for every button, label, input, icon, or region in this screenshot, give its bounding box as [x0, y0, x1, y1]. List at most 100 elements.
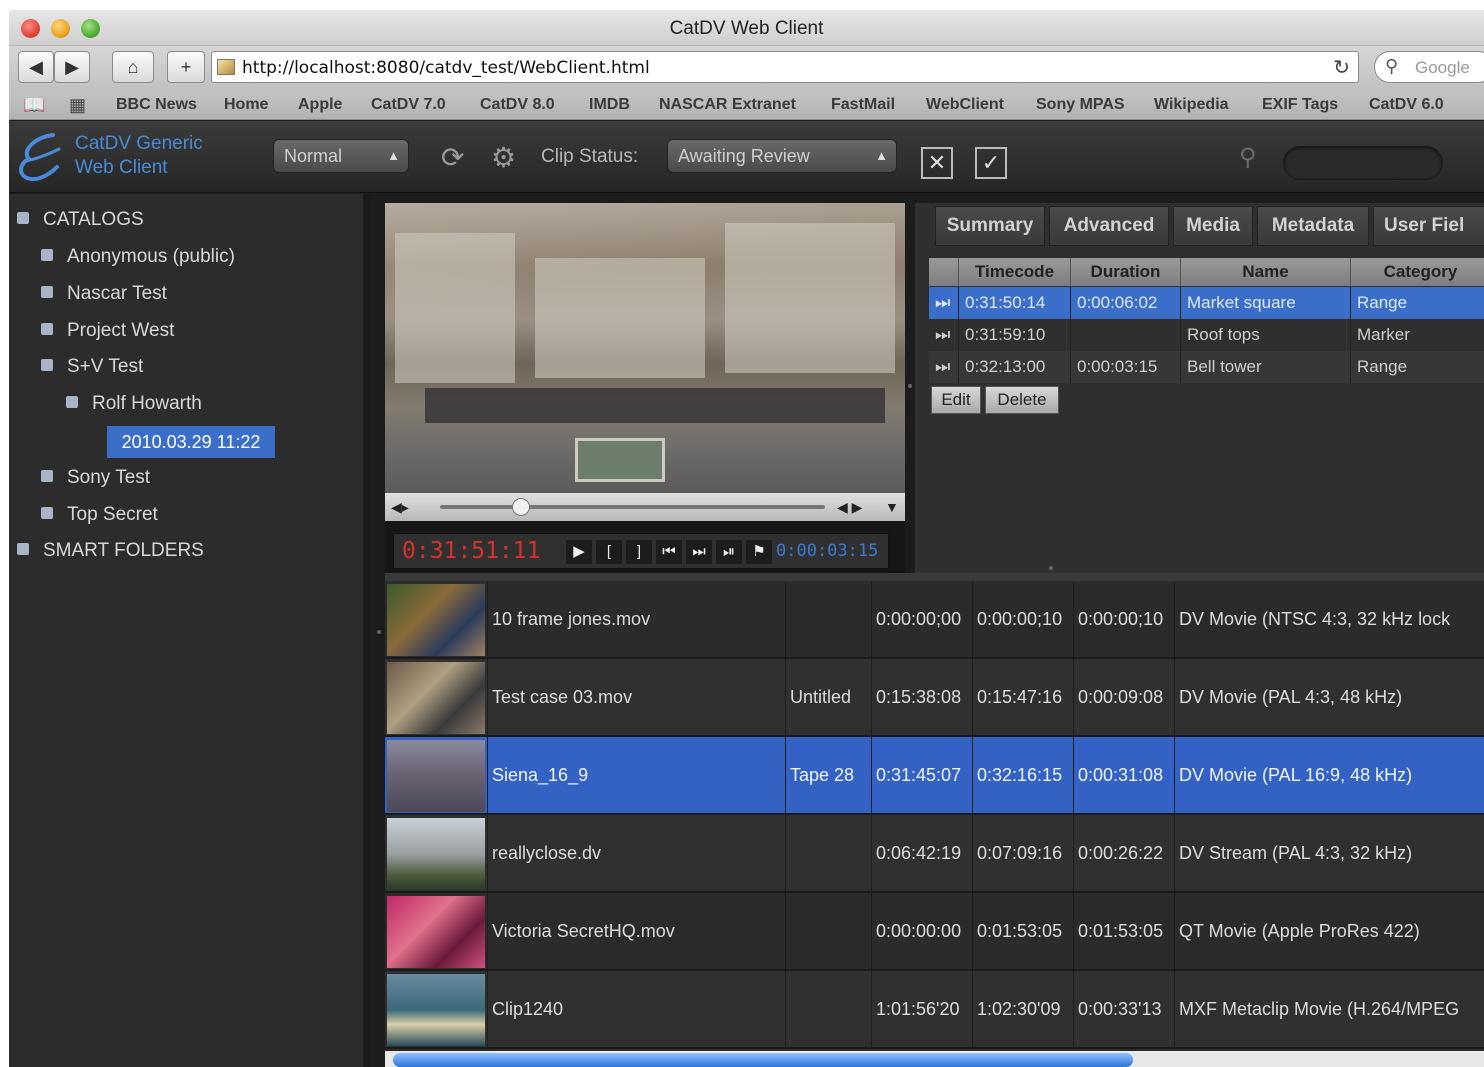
go-to-out-button[interactable]: ⏭ — [686, 540, 712, 564]
marker-category: Range — [1351, 287, 1484, 319]
clip-row[interactable]: Clip1240 1:01:56'20 1:02:30'09 0:00:33'1… — [385, 971, 1484, 1049]
marker-name: Roof tops — [1181, 319, 1351, 351]
tree-item-sv-test[interactable]: S+V Test — [41, 356, 143, 384]
splitter-handle[interactable] — [908, 384, 912, 388]
clip-search-input[interactable] — [1283, 146, 1443, 180]
play-range-button[interactable]: ⏯ — [716, 540, 742, 564]
app-header: CatDV Generic Web Client Normal ▲ ⟳ ⚙ Cl… — [9, 121, 1484, 193]
tree-smart-folders[interactable]: SMART FOLDERS — [17, 540, 204, 568]
forward-button[interactable]: ▶ — [54, 51, 90, 83]
tree-item-project-west[interactable]: Project West — [41, 320, 174, 348]
scrub-bar[interactable]: ◀▸ ◀ ▶ ▼ — [385, 493, 905, 521]
expand-icon[interactable] — [41, 286, 53, 298]
clip-row[interactable]: Test case 03.mov Untitled 0:15:38:08 0:1… — [385, 659, 1484, 737]
reject-button[interactable]: ✕ — [921, 147, 953, 179]
approve-button[interactable]: ✓ — [975, 147, 1007, 179]
marker-row[interactable]: ⏭ 0:32:13:00 0:00:03:15 Bell tower Range — [929, 351, 1484, 383]
step-buttons-icon[interactable]: ◀ ▶ — [837, 499, 862, 516]
bookmarks-bar: 📖 ▦ BBC News Home Apple CatDV 7.0 CatDV … — [9, 90, 1484, 120]
back-button[interactable]: ◀ — [18, 51, 54, 83]
horizontal-scrollbar[interactable] — [385, 1051, 1484, 1067]
clip-row[interactable]: Victoria SecretHQ.mov 0:00:00:00 0:01:53… — [385, 893, 1484, 971]
expand-icon[interactable] — [41, 470, 53, 482]
column-timecode[interactable]: Timecode — [959, 258, 1071, 286]
bookmark-apple[interactable]: Apple — [298, 96, 342, 114]
clip-duration: 0:00:09:08 — [1073, 659, 1174, 735]
bookmark-sony-mpas[interactable]: Sony MPAS — [1036, 96, 1125, 114]
delete-marker-button[interactable]: Delete — [985, 386, 1059, 414]
clip-status-select[interactable]: Awaiting Review ▲ — [667, 139, 897, 173]
open-book-icon[interactable]: 📖 — [23, 95, 45, 116]
play-icon: ▶ — [573, 543, 585, 560]
marker-row[interactable]: ⏭ 0:31:59:10 Roof tops Marker — [929, 319, 1484, 351]
refresh-icon[interactable]: ⟳ — [441, 141, 464, 174]
bookmark-imdb[interactable]: IMDB — [589, 96, 630, 114]
play-button[interactable]: ▶ — [566, 540, 592, 564]
tree-catalogs[interactable]: CATALOGS — [17, 209, 144, 237]
tree-item-top-secret[interactable]: Top Secret — [41, 504, 158, 532]
expand-icon[interactable] — [41, 249, 53, 261]
tree-item-selected[interactable]: 2010.03.29 11:22 — [107, 426, 275, 458]
tree-item-nascar-test[interactable]: Nascar Test — [41, 283, 167, 311]
mark-out-button[interactable]: ] — [626, 540, 652, 564]
gear-icon[interactable]: ⚙ — [491, 141, 516, 174]
splitter-handle[interactable] — [1049, 566, 1053, 570]
bookmark-fastmail[interactable]: FastMail — [831, 96, 895, 114]
clip-row-selected[interactable]: Siena_16_9 Tape 28 0:31:45:07 0:32:16:15… — [385, 737, 1484, 815]
tree-item-rolf-howarth[interactable]: Rolf Howarth — [66, 393, 202, 421]
video-frame[interactable] — [385, 203, 905, 493]
tree-item-anonymous[interactable]: Anonymous (public) — [41, 246, 235, 274]
marker-row[interactable]: ⏭ 0:31:50:14 0:00:06:02 Market square Ra… — [929, 287, 1484, 319]
scrollbar-thumb[interactable] — [393, 1053, 1133, 1067]
tab-metadata[interactable]: Metadata — [1257, 206, 1369, 246]
splitter-handle[interactable] — [377, 630, 381, 634]
collapse-icon[interactable] — [66, 396, 78, 408]
scrub-handle[interactable] — [511, 498, 530, 516]
reload-icon[interactable]: ↻ — [1333, 55, 1350, 80]
clip-in: 1:01:56'20 — [871, 971, 972, 1047]
tab-user-fields[interactable]: User Fiel — [1373, 206, 1484, 246]
menu-arrow-icon[interactable]: ▼ — [885, 499, 899, 515]
bookmark-bbc-news[interactable]: BBC News — [116, 96, 197, 114]
column-duration[interactable]: Duration — [1071, 258, 1181, 286]
tree-item-sony-test[interactable]: Sony Test — [41, 467, 150, 495]
browser-window: CatDV Web Client ◀ ▶ ⌂ + http://localhos… — [9, 10, 1484, 1067]
home-button[interactable]: ⌂ — [112, 51, 154, 83]
bookmark-webclient[interactable]: WebClient — [926, 96, 1004, 114]
column-name[interactable]: Name — [1181, 258, 1351, 286]
tab-summary[interactable]: Summary — [935, 206, 1045, 246]
go-to-in-button[interactable]: ⏮ — [656, 540, 682, 564]
clip-row[interactable]: 10 frame jones.mov 0:00:00;00 0:00:00;10… — [385, 581, 1484, 659]
clip-thumbnail — [387, 896, 485, 968]
bookmark-catdv-6[interactable]: CatDV 6.0 — [1369, 96, 1444, 114]
bookmark-nascar-extranet[interactable]: NASCAR Extranet — [659, 96, 796, 114]
volume-icon[interactable]: ◀▸ — [391, 499, 409, 516]
collapse-icon[interactable] — [41, 359, 53, 371]
grid-icon[interactable]: ▦ — [69, 95, 86, 116]
tab-advanced[interactable]: Advanced — [1049, 206, 1169, 246]
bookmark-exif-tags[interactable]: EXIF Tags — [1262, 96, 1338, 114]
clip-out: 0:01:53:05 — [972, 893, 1073, 969]
column-category[interactable]: Category — [1351, 258, 1484, 286]
clip-in: 0:00:00;00 — [871, 581, 972, 657]
browser-search-field[interactable]: ⚲ Google — [1374, 51, 1484, 83]
expand-icon[interactable] — [41, 323, 53, 335]
mark-in-button[interactable]: [ — [596, 540, 622, 564]
collapse-icon[interactable] — [17, 212, 29, 224]
add-bookmark-button[interactable]: + — [167, 51, 205, 83]
bookmark-catdv-7[interactable]: CatDV 7.0 — [371, 96, 446, 114]
bookmark-catdv-8[interactable]: CatDV 8.0 — [480, 96, 555, 114]
expand-icon[interactable] — [41, 507, 53, 519]
url-text[interactable]: http://localhost:8080/catdv_test/WebClie… — [242, 58, 650, 78]
expand-icon[interactable] — [17, 543, 29, 555]
clip-row[interactable]: reallyclose.dv 0:06:42:19 0:07:09:16 0:0… — [385, 815, 1484, 893]
bookmark-wikipedia[interactable]: Wikipedia — [1154, 96, 1229, 114]
tab-media[interactable]: Media — [1173, 206, 1253, 246]
add-marker-button[interactable]: ⚑ — [746, 540, 772, 564]
bookmark-home[interactable]: Home — [224, 96, 268, 114]
address-bar[interactable]: http://localhost:8080/catdv_test/WebClie… — [211, 51, 1359, 83]
edit-marker-button[interactable]: Edit — [931, 386, 981, 414]
tree-item-label: Anonymous (public) — [67, 246, 235, 267]
view-mode-select[interactable]: Normal ▲ — [273, 139, 409, 173]
scrub-track[interactable] — [440, 505, 825, 509]
